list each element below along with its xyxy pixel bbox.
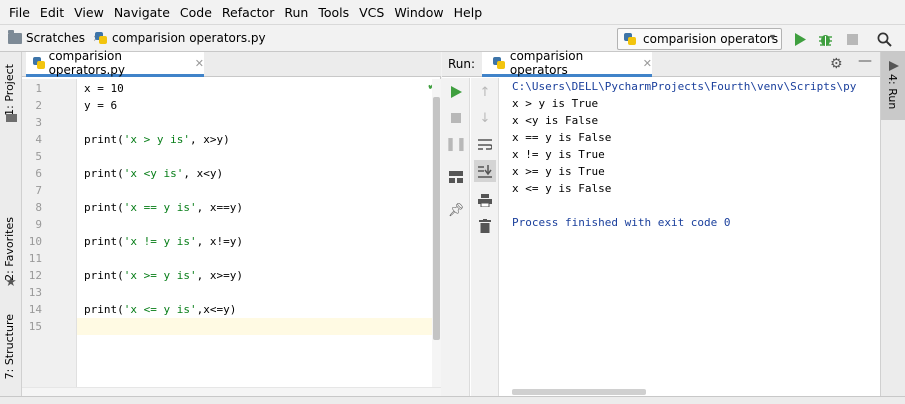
- code-token: , x>=y): [196, 269, 243, 282]
- editor-horizontal-scrollbar[interactable]: [22, 387, 441, 396]
- menu-item-navigate[interactable]: Navigate: [109, 5, 175, 20]
- code-string-literal: 'x == y is': [123, 201, 197, 214]
- run-tool-header: Run: comparision operators ✕ ⚙ —: [442, 49, 880, 77]
- breadcrumb-scratches[interactable]: Scratches ›: [8, 29, 98, 45]
- project-folder-icon: [6, 114, 17, 122]
- code-string-literal: 'x <= y is': [123, 303, 197, 316]
- editor-pane: comparision operators.py ✕ 1 2 3 4 5 6 7 8 9 10 11…: [22, 49, 441, 396]
- console-line: x == y is False: [512, 131, 612, 144]
- run-configuration-select[interactable]: comparision operators ▾: [617, 28, 782, 50]
- menu-item-refactor[interactable]: Refactor: [217, 5, 279, 20]
- close-icon[interactable]: ✕: [195, 57, 204, 70]
- run-tool-tab-label: 4: Run: [886, 74, 899, 110]
- breadcrumb-root-label: Scratches: [26, 31, 86, 45]
- run-tab-comparision-operators[interactable]: comparision operators ✕: [482, 49, 652, 77]
- menu-item-file[interactable]: File: [4, 5, 35, 20]
- run-label: Run:: [448, 57, 476, 71]
- console-output[interactable]: C:\Users\DELL\PycharmProjects\Fourth\ven…: [442, 78, 880, 388]
- left-tool-window-strip: 1: Project 2: Favorites ★ 7: Structure: [0, 52, 22, 396]
- menu-item-vcs[interactable]: VCS: [354, 5, 389, 20]
- stop-button[interactable]: [842, 29, 862, 49]
- run-tool-window: Run: comparision operators ✕ ⚙ — ❚❚ 📌︎ ↑…: [442, 49, 880, 396]
- code-token: print(: [84, 167, 124, 180]
- python-config-icon: [623, 32, 637, 46]
- code-area[interactable]: x = 10 y = 6 print('x > y is', x>y) print('…: [22, 79, 432, 387]
- menu-item-tools[interactable]: Tools: [313, 5, 354, 20]
- breadcrumb-file-label: comparision operators.py: [112, 31, 266, 45]
- play-icon: [795, 32, 806, 46]
- code-token: , x<y): [183, 167, 224, 180]
- code-line: print('x <y is', x<y): [84, 167, 223, 180]
- code-line: print('x > y is', x>y): [84, 133, 230, 146]
- menu-item-run[interactable]: Run: [279, 5, 313, 20]
- run-tab-label: comparision operators: [509, 49, 584, 77]
- editor-tab-bar: comparision operators.py ✕: [22, 49, 441, 77]
- code-token: y = 6: [84, 99, 118, 112]
- project-tool-tab[interactable]: 1: Project: [3, 64, 16, 116]
- search-everywhere-button[interactable]: [874, 29, 894, 49]
- chevron-down-icon: ▾: [769, 32, 775, 43]
- menu-bar: File Edit View Navigate Code Refactor Run Tools…: [0, 0, 905, 24]
- scrollbar-thumb[interactable]: [433, 97, 440, 340]
- run-tool-tab[interactable]: 4: Run: [881, 52, 905, 120]
- code-token: ,x<=y): [196, 303, 237, 316]
- code-token: print(: [84, 133, 124, 146]
- console-line: x <= y is False: [512, 182, 612, 195]
- right-tool-window-strip: 4: Run: [880, 52, 905, 396]
- code-token: print(: [84, 201, 124, 214]
- code-token: , x!=y): [196, 235, 243, 248]
- code-token: , x>y): [189, 133, 230, 146]
- code-line: print('x != y is', x!=y): [84, 235, 243, 248]
- bug-icon: [818, 34, 832, 46]
- console-line: x > y is True: [512, 97, 599, 110]
- code-token: print(: [84, 269, 124, 282]
- search-icon: [877, 32, 892, 47]
- menu-item-window[interactable]: Window: [389, 5, 448, 20]
- code-string-literal: 'x >= y is': [123, 269, 197, 282]
- code-line: y = 6: [84, 99, 117, 112]
- code-token: , x==y): [196, 201, 243, 214]
- star-icon: ★: [5, 275, 17, 290]
- editor-tab-label: comparision operators.py: [48, 49, 125, 77]
- console-line: x <y is False: [512, 114, 599, 127]
- python-config-icon: [492, 56, 505, 70]
- close-icon[interactable]: ✕: [643, 57, 652, 70]
- folder-icon: [8, 29, 22, 44]
- stop-icon: [846, 33, 858, 45]
- python-file-icon: [94, 31, 108, 45]
- gear-icon[interactable]: ⚙: [830, 56, 843, 72]
- editor-tab-comparision-operators[interactable]: comparision operators.py ✕: [26, 49, 204, 77]
- minimize-icon[interactable]: —: [858, 53, 872, 69]
- menu-item-view[interactable]: View: [69, 5, 109, 20]
- run-configuration-label: comparision operators: [643, 32, 779, 46]
- breadcrumb-file[interactable]: comparision operators.py: [94, 31, 266, 45]
- favorites-tool-tab[interactable]: 2: Favorites: [3, 217, 16, 281]
- code-string-literal: 'x > y is': [123, 133, 190, 146]
- console-horizontal-scrollbar[interactable]: [512, 389, 646, 395]
- editor-vertical-scrollbar[interactable]: [432, 79, 441, 387]
- run-button[interactable]: [790, 29, 810, 49]
- code-token: x = 10: [84, 82, 124, 95]
- code-line: x = 10: [84, 82, 124, 95]
- menu-item-edit[interactable]: Edit: [35, 5, 69, 20]
- code-string-literal: 'x <y is': [123, 167, 184, 180]
- play-icon: [889, 61, 899, 71]
- code-string-literal: 'x != y is': [123, 235, 197, 248]
- console-line: x != y is True: [512, 148, 605, 161]
- code-line: print('x == y is', x==y): [84, 201, 243, 214]
- structure-tool-tab[interactable]: 7: Structure: [3, 314, 16, 379]
- console-line: C:\Users\DELL\PycharmProjects\Fourth\ven…: [512, 80, 857, 93]
- code-token: print(: [84, 303, 124, 316]
- debug-button[interactable]: [815, 29, 835, 49]
- status-bar: [0, 396, 905, 404]
- python-file-icon: [32, 56, 45, 70]
- code-line: print('x <= y is',x<=y): [84, 303, 236, 316]
- console-line: x >= y is True: [512, 165, 605, 178]
- menu-item-code[interactable]: Code: [175, 5, 217, 20]
- console-line: Process finished with exit code 0: [512, 216, 731, 229]
- code-line: print('x >= y is', x>=y): [84, 269, 243, 282]
- menu-item-help[interactable]: Help: [449, 5, 488, 20]
- code-token: print(: [84, 235, 124, 248]
- navigation-bar: Scratches › comparision operators.py com…: [0, 24, 905, 52]
